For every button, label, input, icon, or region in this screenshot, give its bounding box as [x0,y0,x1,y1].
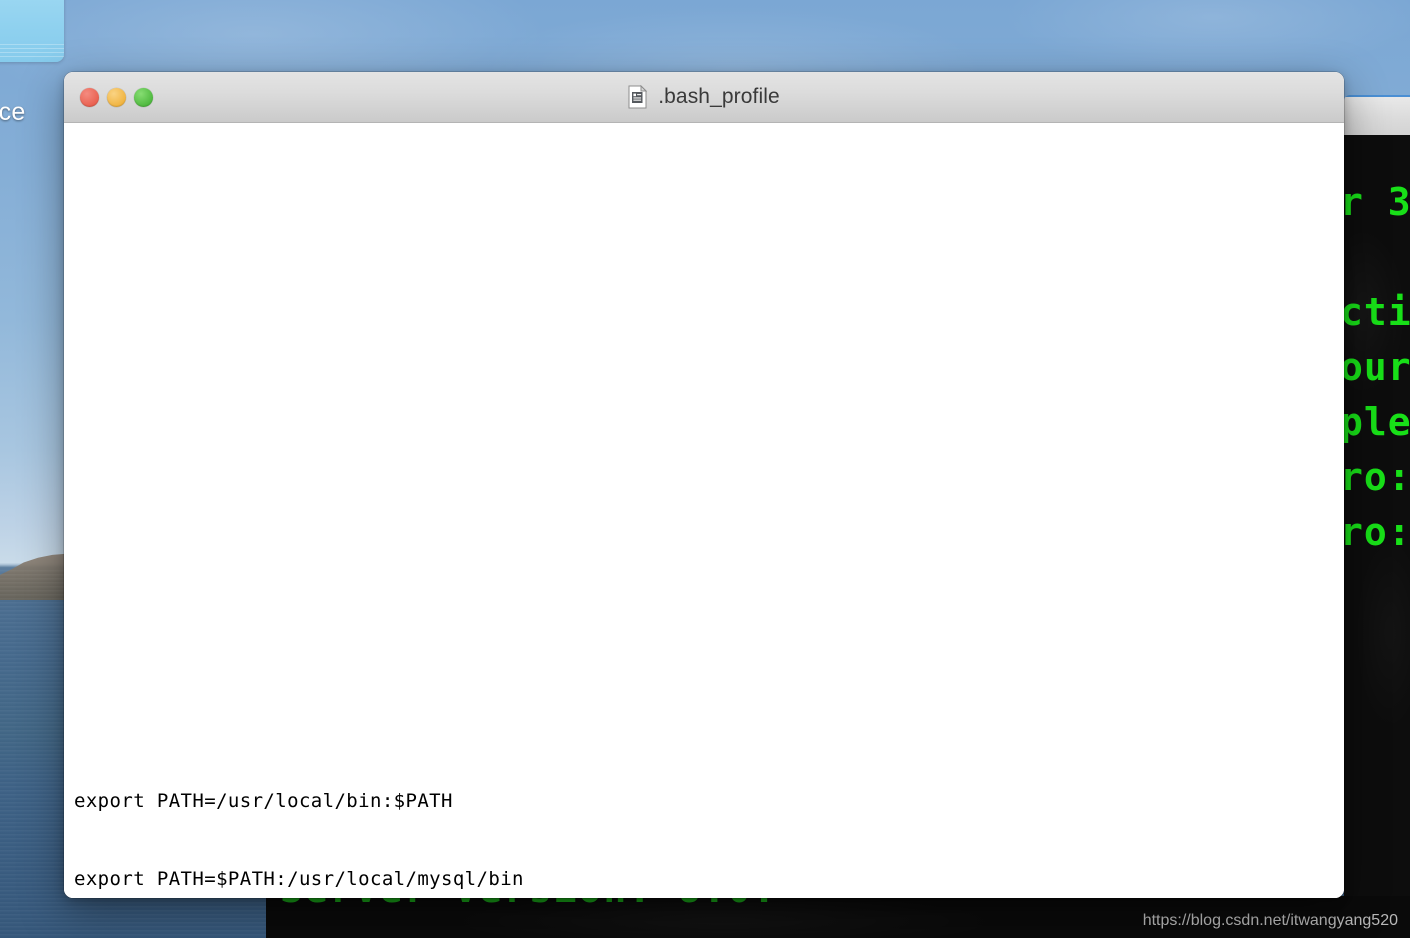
close-button[interactable] [80,87,99,107]
minimize-button[interactable] [107,87,126,107]
text-editor-area[interactable]: export PATH=/usr/local/bin:$PATH export … [64,123,1344,898]
zoom-button[interactable] [134,87,153,107]
terminal-right-line: our [1344,345,1410,389]
title-group: .bash_profile [628,84,780,109]
terminal-right-line: ro: [1344,510,1410,554]
terminal-right-line: r 3 [1344,180,1410,224]
terminal-right-line: ro: [1344,455,1410,499]
desktop-screen: urce r 3 cti our ple ro: ro: Server vers… [0,0,1410,938]
textedit-window[interactable]: .bash_profile export PATH=/usr/local/bin… [64,72,1344,898]
background-window-fragment[interactable] [0,0,64,62]
document-content[interactable]: export PATH=/usr/local/bin:$PATH export … [74,736,844,898]
terminal-window-right[interactable]: r 3 cti our ple ro: ro: [1344,95,1410,938]
background-window-stripes [0,44,64,58]
window-title: .bash_profile [658,85,780,108]
terminal-right-line: cti [1344,290,1410,334]
terminal-right-line: ple [1344,400,1410,444]
code-line: export PATH=$PATH:/usr/local/mysql/bin [74,868,524,890]
window-controls [80,72,153,122]
terminal-right-titlebar[interactable] [1344,95,1410,138]
desktop-icon-label[interactable]: urce [0,98,25,127]
code-line: export PATH=/usr/local/bin:$PATH [74,790,453,812]
terminal-right-output: r 3 cti our ple ro: ro: [1344,135,1410,938]
csdn-watermark: https://blog.csdn.net/itwangyang520 [1142,912,1398,929]
document-lines-icon [628,84,648,109]
titlebar[interactable]: .bash_profile [64,72,1344,123]
